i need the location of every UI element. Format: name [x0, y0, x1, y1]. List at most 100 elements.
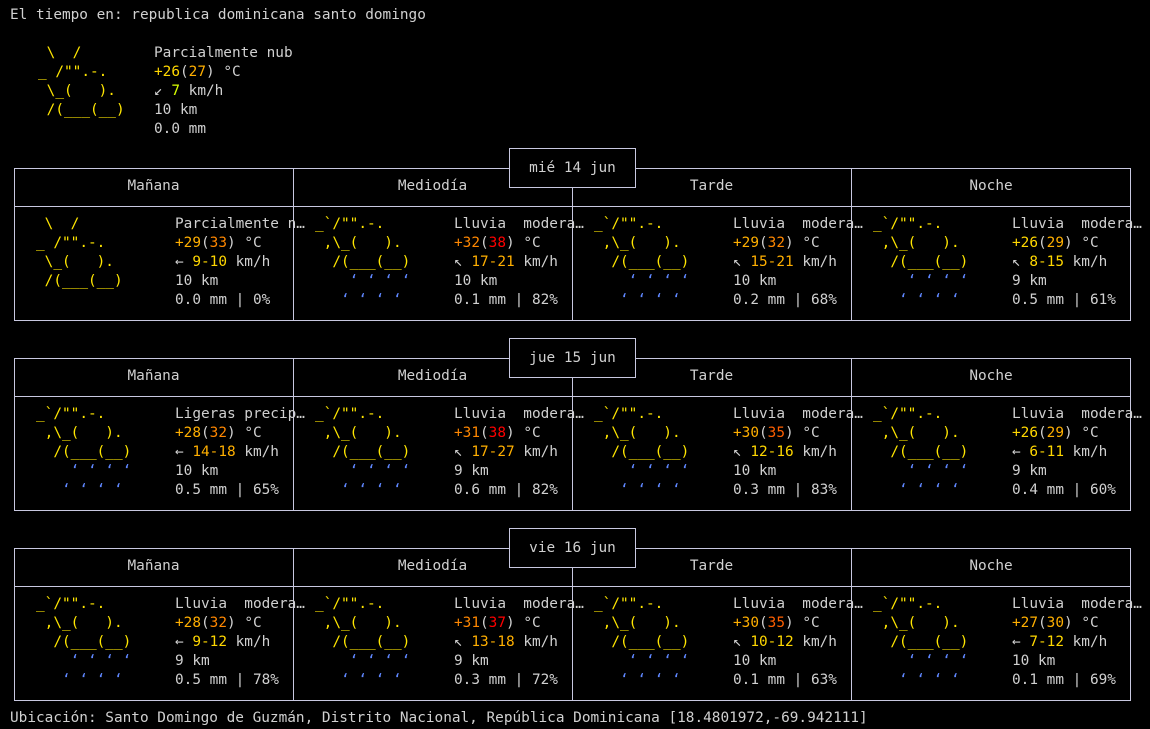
- detail: 10 km: [733, 272, 872, 291]
- detail: Ligeras precip…: [175, 405, 314, 424]
- feels-like: 38: [488, 425, 506, 441]
- wind-arrow-icon: ↙: [154, 83, 172, 99]
- visibility: 10 km: [154, 102, 198, 118]
- rain-cloud-icon: ‘ ‘ ‘ ‘: [315, 292, 419, 308]
- page-title: El tiempo en: republica dominicana santo…: [10, 7, 426, 23]
- rain-cloud-icon: ,\_( ).: [36, 425, 140, 441]
- detail: +30(35) °C: [733, 614, 872, 633]
- detail: 0.1 mm | 82%: [454, 291, 593, 310]
- cell-row: _`/"".-. Lluvia modera…: [36, 595, 314, 614]
- temp-unit: °C: [802, 235, 820, 251]
- precipitation: 0.3 mm | 83%: [733, 482, 837, 498]
- rain-cloud-icon: /(___(__): [36, 634, 140, 650]
- paren: ): [1064, 615, 1082, 631]
- rain-cloud-icon: ,\_( ).: [594, 425, 698, 441]
- feels-like: 35: [767, 425, 785, 441]
- wind-arrow-icon: ↖: [454, 634, 472, 650]
- cell-row: 0.0 mm: [38, 120, 293, 139]
- cell-row: _ /"".-. +26(27) °C: [38, 63, 293, 82]
- rain-cloud-icon: ‘ ‘ ‘ ‘: [315, 463, 419, 479]
- detail: 9 km: [1012, 272, 1150, 291]
- cell-row: /(___(__) ← 14-18 km/h: [36, 443, 314, 462]
- temperature: +29: [733, 235, 759, 251]
- detail: Parcialmente nublado: [154, 44, 293, 63]
- period-cell: _`/"".-. Lluvia modera… ,\_( ). +27(30) …: [873, 595, 1150, 690]
- rain-cloud-icon: ‘ ‘ ‘ ‘: [594, 482, 698, 498]
- paren: (: [180, 64, 189, 80]
- rain-cloud-icon: ‘ ‘ ‘ ‘: [873, 292, 977, 308]
- detail: 9 km: [454, 462, 593, 481]
- temp-unit: °C: [523, 425, 541, 441]
- paren: (: [759, 425, 768, 441]
- feels-like: 32: [209, 425, 227, 441]
- date-label: jue 15 jun: [509, 338, 636, 378]
- visibility: 10 km: [175, 273, 219, 289]
- rain-cloud-icon: ‘ ‘ ‘ ‘: [36, 482, 140, 498]
- wind-arrow-icon: ←: [1012, 634, 1030, 650]
- temperature: +32: [454, 235, 480, 251]
- detail: Lluvia modera…: [454, 595, 593, 614]
- cell-row: /(___(__) ← 6-11 km/h: [873, 443, 1150, 462]
- cell-row: 0.0 mm | 0%: [36, 291, 314, 310]
- wind-arrow-icon: ←: [175, 254, 193, 270]
- detail: 9 km: [1012, 462, 1150, 481]
- visibility: 10 km: [733, 273, 777, 289]
- detail: 10 km: [154, 101, 293, 120]
- feels-like: 33: [209, 235, 227, 251]
- cell-row: _`/"".-. Lluvia modera…: [873, 215, 1150, 234]
- rain-cloud-icon: /(___(__): [594, 254, 698, 270]
- rain-cloud-icon: ,\_( ).: [873, 615, 977, 631]
- rain-cloud-icon: _`/"".-.: [873, 406, 977, 422]
- condition: Lluvia modera…: [1012, 596, 1142, 612]
- visibility: 10 km: [1012, 653, 1056, 669]
- rain-cloud-icon: ,\_( ).: [315, 425, 419, 441]
- rain-cloud-icon: ‘ ‘ ‘ ‘: [594, 653, 698, 669]
- period-cell: \ / Parcialmente nublado_ /"".-. +26(27)…: [38, 44, 293, 139]
- detail: Lluvia modera…: [1012, 595, 1150, 614]
- cell-row: _`/"".-. Lluvia modera…: [873, 595, 1150, 614]
- detail: 9 km: [175, 652, 314, 671]
- detail: Lluvia modera…: [175, 595, 314, 614]
- rain-cloud-icon: /(___(__): [315, 634, 419, 650]
- rain-cloud-icon: ‘ ‘ ‘ ‘: [36, 672, 140, 688]
- detail: ← 9-12 km/h: [175, 633, 314, 652]
- detail: +32(38) °C: [454, 234, 593, 253]
- wind-speed: 9-10: [192, 254, 227, 270]
- detail: ↖ 17-21 km/h: [454, 253, 593, 272]
- wind-speed: 15-21: [750, 254, 794, 270]
- cell-row: ‘ ‘ ‘ ‘ 9 km: [36, 652, 314, 671]
- detail: +26(29) °C: [1012, 424, 1150, 443]
- period-cell: _`/"".-. Lluvia modera… ,\_( ). +29(32) …: [594, 215, 872, 310]
- wind-speed: 17-27: [471, 444, 515, 460]
- rain-cloud-icon: _`/"".-.: [36, 406, 140, 422]
- paren: (: [1038, 425, 1047, 441]
- precipitation: 0.1 mm | 63%: [733, 672, 837, 688]
- detail: ← 7-12 km/h: [1012, 633, 1150, 652]
- detail: 0.2 mm | 68%: [733, 291, 872, 310]
- cell-row: /(___(__) ↖ 10-12 km/h: [594, 633, 872, 652]
- partly-cloudy-icon: \ /: [38, 45, 134, 61]
- detail: 0.6 mm | 82%: [454, 481, 593, 500]
- detail: +29(33) °C: [175, 234, 314, 253]
- detail: ↖ 10-12 km/h: [733, 633, 872, 652]
- visibility: 10 km: [175, 463, 219, 479]
- rain-cloud-icon: _`/"".-.: [315, 596, 419, 612]
- rain-cloud-icon: ‘ ‘ ‘ ‘: [315, 653, 419, 669]
- period-cell: _`/"".-. Lluvia modera… ,\_( ). +30(35) …: [594, 405, 872, 500]
- detail: Lluvia modera…: [733, 215, 872, 234]
- temp-unit: °C: [523, 235, 541, 251]
- visibility: 9 km: [1012, 463, 1047, 479]
- temperature: +30: [733, 425, 759, 441]
- cell-row: _`/"".-. Lluvia modera…: [873, 405, 1150, 424]
- detail: 0.3 mm | 83%: [733, 481, 872, 500]
- paren: ): [227, 235, 245, 251]
- paren: (: [201, 425, 210, 441]
- cell-row: _`/"".-. Lluvia modera…: [315, 595, 593, 614]
- wind-arrow-icon: ←: [1012, 444, 1030, 460]
- detail: 10 km: [175, 462, 314, 481]
- paren: (: [201, 615, 210, 631]
- rain-cloud-icon: /(___(__): [873, 444, 977, 460]
- cell-row: ,\_( ). +28(32) °C: [36, 614, 314, 633]
- wind-unit: km/h: [235, 444, 279, 460]
- temp-unit: °C: [244, 425, 262, 441]
